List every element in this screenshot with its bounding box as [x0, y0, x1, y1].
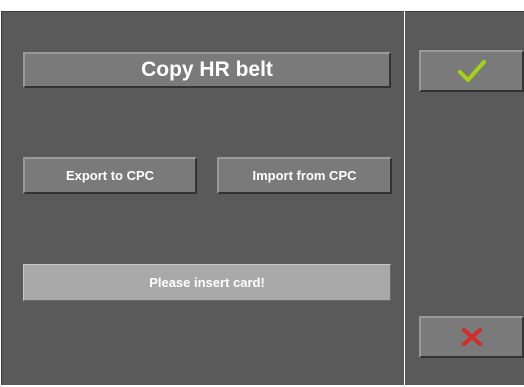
import-from-cpc-button[interactable]: Import from CPC [217, 157, 392, 194]
confirm-button[interactable] [419, 50, 524, 92]
cancel-button[interactable] [419, 316, 524, 358]
page-title: Copy HR belt [23, 52, 391, 88]
cross-icon [461, 328, 482, 346]
checkmark-icon [457, 60, 486, 82]
export-to-cpc-button[interactable]: Export to CPC [23, 157, 197, 194]
screen-frame: Copy HR belt Export to CPC Import from C… [0, 0, 524, 387]
status-message: Please insert card! [23, 264, 391, 301]
